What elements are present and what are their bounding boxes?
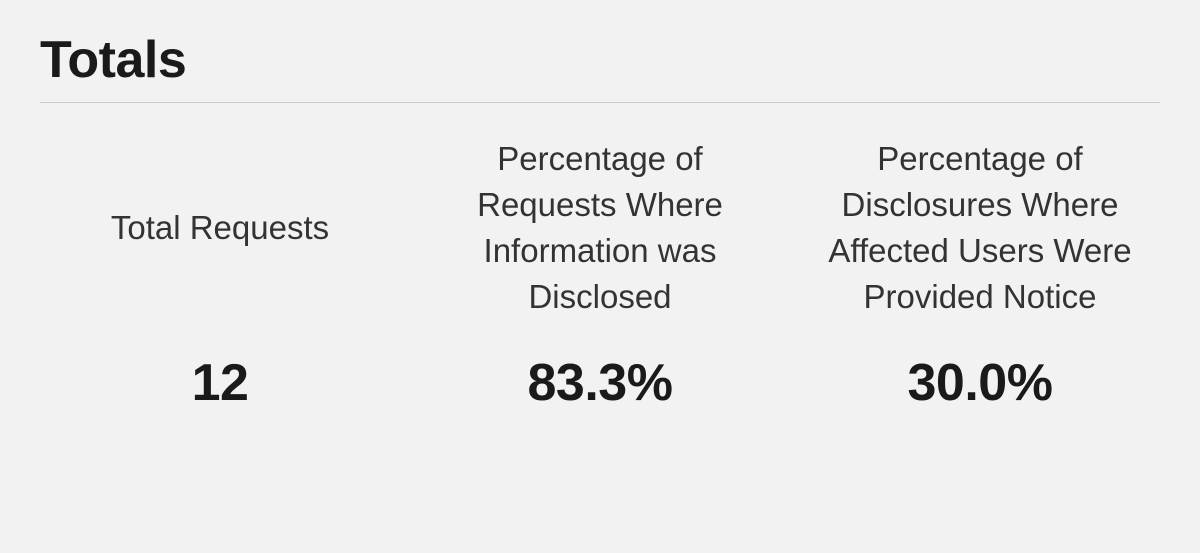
stat-notice-percentage: Percentage of Disclosures Where Affected… [800, 133, 1160, 413]
stat-header: Percentage of Requests Where Information… [420, 133, 780, 323]
stat-value: 12 [192, 353, 249, 413]
stats-grid: Total Requests 12 Percentage of Requests… [40, 133, 1160, 413]
stat-disclosure-percentage: Percentage of Requests Where Information… [420, 133, 780, 413]
stat-header: Total Requests [101, 133, 339, 323]
stat-total-requests: Total Requests 12 [40, 133, 400, 413]
stat-value: 30.0% [908, 353, 1053, 413]
stat-value: 83.3% [528, 353, 673, 413]
stat-header: Percentage of Disclosures Where Affected… [800, 133, 1160, 323]
section-title: Totals [40, 30, 1160, 103]
